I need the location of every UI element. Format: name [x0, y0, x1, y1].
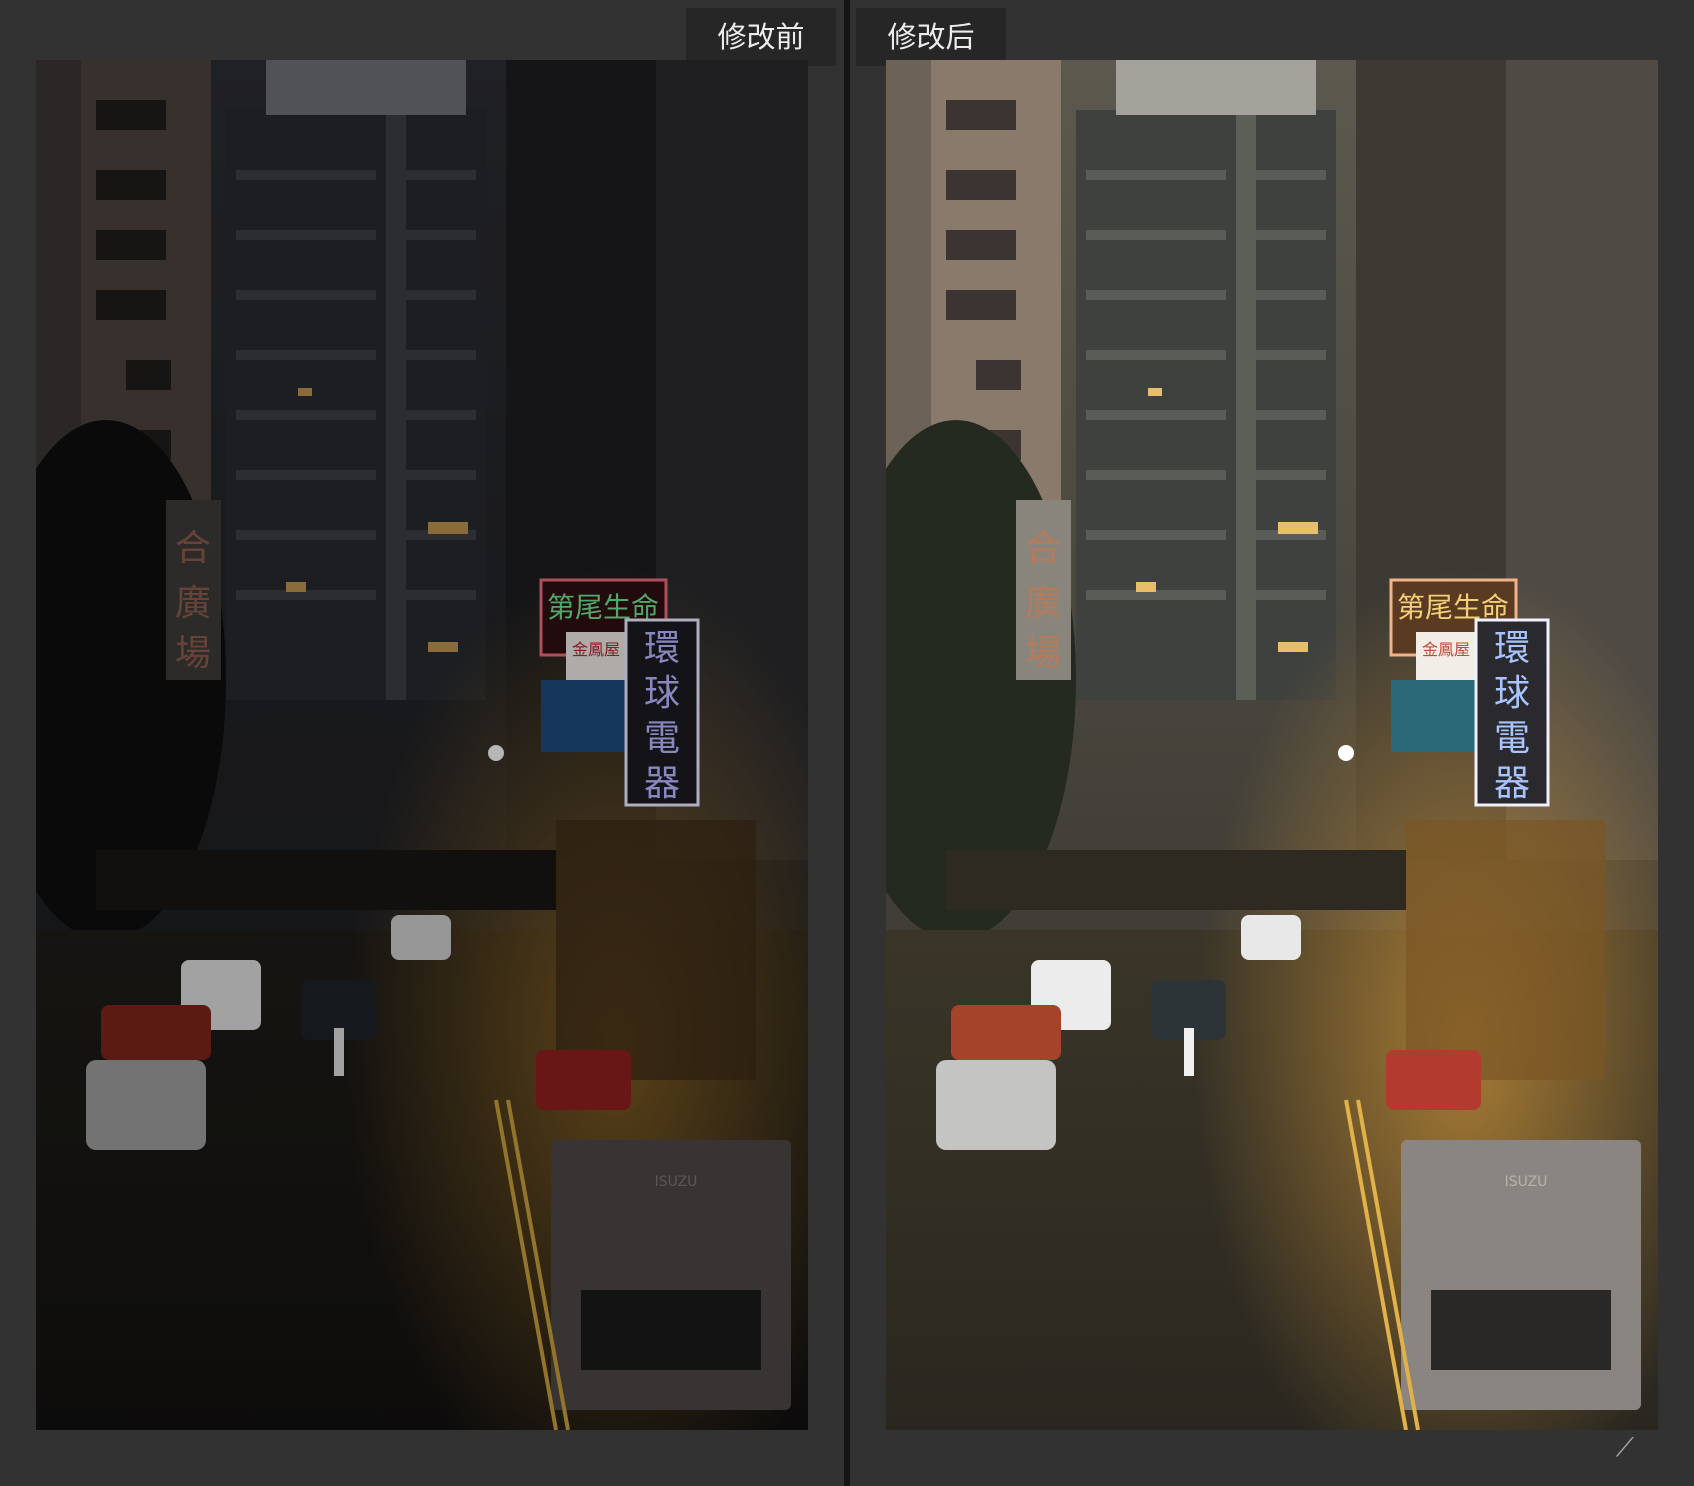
- street-scene-before: 合 廣 場 第尾生命 金鳳屋 環 球 電 器: [36, 60, 808, 1430]
- after-photo: 合 廣 場 第尾生命 金鳳屋 環 球 電 器: [886, 60, 1658, 1430]
- vertical-sign-char: 器: [1494, 763, 1530, 804]
- watermark-icon: ⟋: [1615, 1433, 1634, 1463]
- small-sign-text: 金鳳屋: [1422, 640, 1470, 659]
- before-pane: 修改前 第尾生命 金鳳屋 環 球 電 器 ISUZU: [0, 0, 844, 1486]
- after-pane: 修改后 第尾生命 金鳳屋 環 球 電 器 ISUZU ⟋: [850, 0, 1694, 1486]
- street-scene-after: 合 廣 場 第尾生命 金鳳屋 環 球 電 器: [886, 60, 1658, 1430]
- before-label: 修改前: [686, 8, 836, 66]
- vertical-sign-char: 環: [1494, 628, 1530, 669]
- truck-brand-text: ISUZU: [1505, 1174, 1548, 1190]
- before-photo: 合 廣 場 第尾生命 金鳳屋 環 球 電 器: [36, 60, 808, 1430]
- vertical-sign-char: 球: [1494, 673, 1530, 714]
- vertical-sign-char: 電: [1494, 718, 1530, 759]
- after-label: 修改后: [856, 8, 1006, 66]
